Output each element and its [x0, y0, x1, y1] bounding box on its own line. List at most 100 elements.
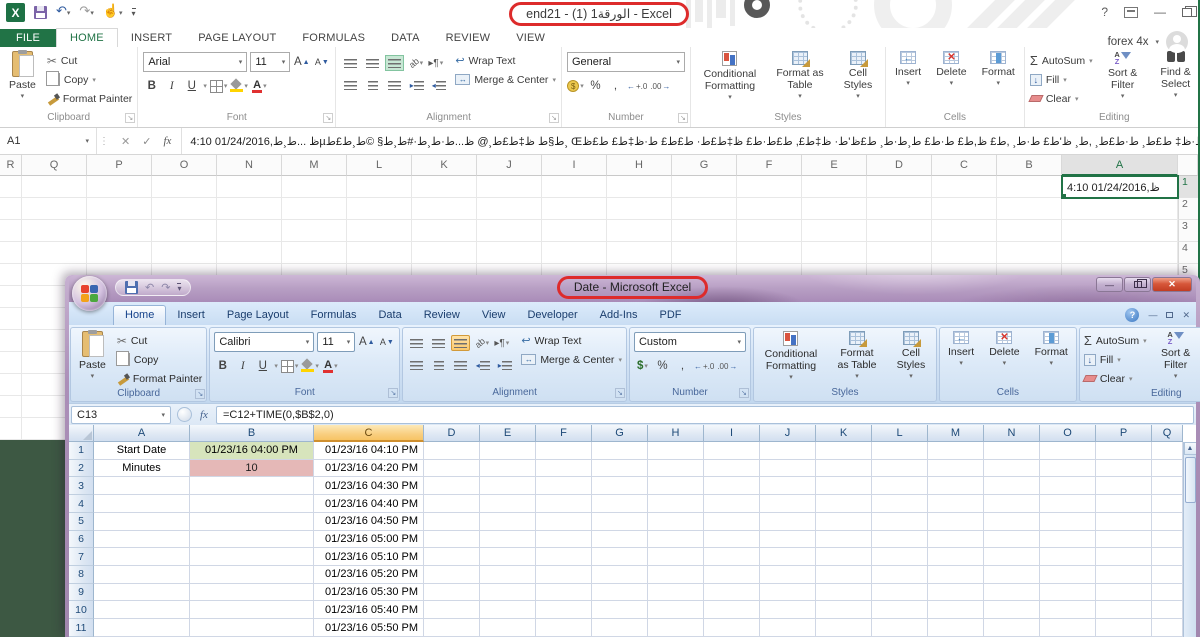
- fg-row-header-7[interactable]: 7: [69, 548, 94, 566]
- fg-cell-l8[interactable]: [872, 566, 928, 584]
- fg-cell-c3[interactable]: 01/23/16 04:30 PM: [314, 477, 424, 495]
- bold-button[interactable]: B: [143, 77, 160, 95]
- fg-cell-l3[interactable]: [872, 477, 928, 495]
- office-button[interactable]: [72, 276, 107, 311]
- workbook-minimize-icon[interactable]: —: [1148, 310, 1157, 320]
- fill-color-button[interactable]: ▾: [301, 357, 319, 375]
- fg-cell-i10[interactable]: [704, 601, 760, 619]
- fg-cell-f10[interactable]: [536, 601, 592, 619]
- bg-cell[interactable]: [22, 198, 87, 220]
- fg-cell-m6[interactable]: [928, 531, 984, 549]
- fg-tab-developer[interactable]: Developer: [516, 306, 588, 325]
- fg-cell-j5[interactable]: [760, 513, 816, 531]
- fg-cell-d3[interactable]: [424, 477, 480, 495]
- decrease-decimal-button[interactable]: .00→: [650, 77, 670, 95]
- fg-cell-n10[interactable]: [984, 601, 1040, 619]
- bg-column-header-n[interactable]: N: [217, 155, 282, 176]
- sort-filter-button[interactable]: AZSort & Filter▾: [1100, 49, 1146, 101]
- fg-cell-o2[interactable]: [1040, 460, 1096, 478]
- orientation-button[interactable]: ab▾: [473, 334, 490, 352]
- customize-qat-button[interactable]: ▾: [177, 283, 181, 292]
- bg-cell[interactable]: [412, 198, 477, 220]
- fg-cell-p7[interactable]: [1096, 548, 1152, 566]
- bg-column-header-e[interactable]: E: [802, 155, 867, 176]
- bg-cell[interactable]: [0, 198, 22, 220]
- touch-mode-button[interactable]: ☝▾: [103, 4, 123, 21]
- underline-button[interactable]: U: [254, 357, 271, 375]
- bg-cell[interactable]: [152, 198, 217, 220]
- fg-cell-q6[interactable]: [1152, 531, 1183, 549]
- fg-cell-g2[interactable]: [592, 460, 648, 478]
- fg-cell-f9[interactable]: [536, 584, 592, 602]
- fg-cell-h7[interactable]: [648, 548, 704, 566]
- bg-cell[interactable]: [87, 220, 152, 242]
- bg-cell[interactable]: [672, 242, 737, 264]
- fg-cell-g10[interactable]: [592, 601, 648, 619]
- percent-style-button[interactable]: %: [587, 77, 604, 95]
- bg-row-header-3[interactable]: 3: [1178, 220, 1198, 242]
- fg-tab-add-ins[interactable]: Add-Ins: [589, 306, 649, 325]
- scroll-up-icon[interactable]: ▲: [1184, 442, 1197, 455]
- select-all-corner[interactable]: [69, 425, 94, 442]
- bg-cell[interactable]: [282, 242, 347, 264]
- bg-cell[interactable]: [217, 176, 282, 198]
- bg-cell[interactable]: [672, 198, 737, 220]
- dialog-launcher-icon[interactable]: ↘: [615, 388, 625, 398]
- fg-tab-home[interactable]: Home: [113, 305, 166, 325]
- fg-cell-e10[interactable]: [480, 601, 536, 619]
- sort-filter-button[interactable]: AZSort & Filter▾: [1154, 329, 1198, 381]
- dialog-launcher-icon[interactable]: ↘: [388, 388, 398, 398]
- align-left-button[interactable]: [341, 77, 360, 93]
- bg-cell[interactable]: [802, 198, 867, 220]
- bg-cell[interactable]: [477, 198, 542, 220]
- bg-column-header-a[interactable]: A: [1062, 155, 1178, 176]
- fg-cell-o6[interactable]: [1040, 531, 1096, 549]
- fg-cell-h8[interactable]: [648, 566, 704, 584]
- fg-cell-e4[interactable]: [480, 495, 536, 513]
- fg-cell-c10[interactable]: 01/23/16 05:40 PM: [314, 601, 424, 619]
- fg-cell-h10[interactable]: [648, 601, 704, 619]
- bold-button[interactable]: B: [214, 357, 231, 375]
- enter-entry-button[interactable]: ✓: [142, 135, 151, 148]
- fg-cell-k3[interactable]: [816, 477, 872, 495]
- increase-indent-button[interactable]: ▸: [495, 357, 514, 373]
- bg-cell[interactable]: [997, 198, 1062, 220]
- fg-cell-a7[interactable]: [94, 548, 190, 566]
- bg-column-header-i[interactable]: I: [542, 155, 607, 176]
- fg-cell-e1[interactable]: [480, 442, 536, 460]
- bg-column-header-l[interactable]: L: [347, 155, 412, 176]
- paste-button[interactable]: Paste▾: [5, 49, 40, 101]
- fg-row-header-10[interactable]: 10: [69, 601, 94, 619]
- orientation-button[interactable]: ab▾: [407, 54, 424, 72]
- bg-cell[interactable]: [607, 198, 672, 220]
- bg-cell[interactable]: [932, 176, 997, 198]
- conditional-formatting-button[interactable]: Conditional Formatting▾: [758, 329, 824, 382]
- fg-cell-k10[interactable]: [816, 601, 872, 619]
- fg-cell-k11[interactable]: [816, 619, 872, 637]
- workbook-close-icon[interactable]: ✕: [1182, 310, 1190, 321]
- text-direction-button[interactable]: ▸¶▾: [493, 334, 510, 352]
- bg-cell[interactable]: [282, 220, 347, 242]
- fg-column-header-c[interactable]: C: [314, 425, 424, 442]
- fg-cell-g3[interactable]: [592, 477, 648, 495]
- name-box[interactable]: A1▾: [0, 128, 97, 154]
- increase-decimal-button[interactable]: ←+.0: [627, 77, 647, 95]
- fg-column-header-d[interactable]: D: [424, 425, 480, 442]
- fg-cell-q3[interactable]: [1152, 477, 1183, 495]
- fg-cell-h1[interactable]: [648, 442, 704, 460]
- align-right-button[interactable]: [451, 357, 470, 373]
- customize-qat-button[interactable]: ▾: [132, 8, 136, 17]
- fg-cell-i1[interactable]: [704, 442, 760, 460]
- fg-cell-p5[interactable]: [1096, 513, 1152, 531]
- fg-cell-n6[interactable]: [984, 531, 1040, 549]
- fg-cell-f2[interactable]: [536, 460, 592, 478]
- bg-column-header-f[interactable]: F: [737, 155, 802, 176]
- shrink-font-button[interactable]: A▼: [378, 333, 395, 351]
- fg-cell-g9[interactable]: [592, 584, 648, 602]
- insert-function-button[interactable]: fx: [194, 409, 214, 421]
- fg-cell-n4[interactable]: [984, 495, 1040, 513]
- bg-cell[interactable]: [607, 220, 672, 242]
- bg-column-header-q[interactable]: Q: [22, 155, 87, 176]
- fg-cell-g5[interactable]: [592, 513, 648, 531]
- close-button[interactable]: ✕: [1152, 277, 1192, 292]
